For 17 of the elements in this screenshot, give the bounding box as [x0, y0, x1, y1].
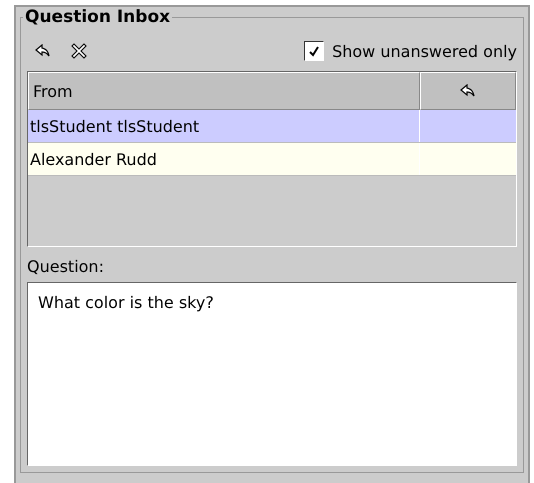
table-row[interactable]: tlsStudent tlsStudent [28, 110, 516, 143]
table-cell: Alexander Rudd [28, 143, 420, 175]
column-header[interactable]: From [28, 72, 420, 110]
checkbox-label: Show unanswered only [332, 42, 517, 60]
check-icon [308, 45, 320, 57]
checkbox[interactable] [304, 41, 324, 61]
question-text-area[interactable]: What color is the sky? [27, 282, 517, 466]
table-row[interactable]: Alexander Rudd [28, 143, 516, 176]
group-title: Question Inbox [24, 7, 172, 27]
question-label: Question: [27, 256, 105, 278]
column-header[interactable] [420, 72, 516, 110]
reply-arrow-icon [460, 84, 476, 98]
table-cell: tlsStudent tlsStudent [28, 110, 420, 142]
reply-arrow-icon [35, 44, 51, 58]
reply-button[interactable] [35, 44, 51, 58]
close-icon [69, 41, 89, 61]
delete-button[interactable] [69, 41, 89, 61]
